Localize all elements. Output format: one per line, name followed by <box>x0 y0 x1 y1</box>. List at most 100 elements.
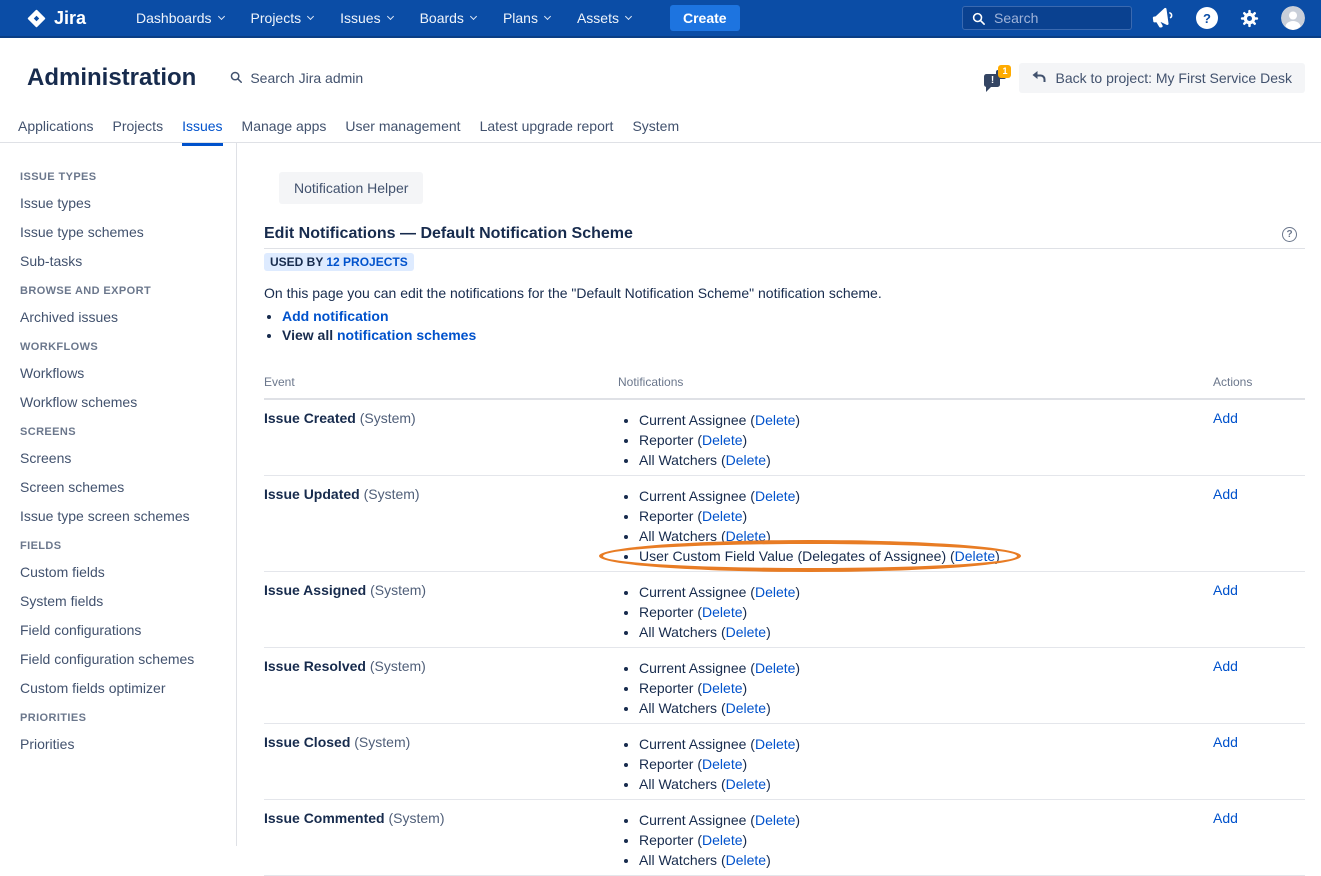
feedback-megaphone-icon[interactable] <box>1151 5 1178 31</box>
tab-projects[interactable]: Projects <box>113 118 164 142</box>
add-link[interactable]: Add <box>1213 810 1238 826</box>
notifications-column-header: Notifications <box>618 369 1213 399</box>
add-link[interactable]: Add <box>1213 734 1238 750</box>
sidebar-item-field-configuration-schemes[interactable]: Field configuration schemes <box>20 651 236 667</box>
sidebar-item-system-fields[interactable]: System fields <box>20 593 236 609</box>
notifications-content: Edit Notifications — Default Notificatio… <box>264 225 1305 876</box>
delete-link[interactable]: Delete <box>755 412 795 428</box>
nav-menu-projects[interactable]: Projects <box>251 10 314 26</box>
nav-menu-issues[interactable]: Issues <box>340 10 392 26</box>
event-system-suffix: (System) <box>360 486 420 502</box>
sidebar-item-custom-fields[interactable]: Custom fields <box>20 564 236 580</box>
event-system-suffix: (System) <box>350 734 410 750</box>
delete-link[interactable]: Delete <box>702 680 742 696</box>
event-system-suffix: (System) <box>366 658 426 674</box>
sidebar-item-archived-issues[interactable]: Archived issues <box>20 309 236 325</box>
sidebar-section-fields: FIELDSCustom fieldsSystem fieldsField co… <box>20 540 236 696</box>
admin-notifications-icon[interactable]: 1 <box>983 65 1011 91</box>
sidebar-item-field-configurations[interactable]: Field configurations <box>20 622 236 638</box>
chevron-down-icon <box>387 13 394 20</box>
event-system-suffix: (System) <box>366 582 426 598</box>
create-button[interactable]: Create <box>670 5 740 31</box>
notifications-list: Current Assignee (Delete)Reporter (Delet… <box>618 810 1213 870</box>
page-heading-row: Edit Notifications — Default Notificatio… <box>264 225 1305 249</box>
delete-link[interactable]: Delete <box>726 776 766 792</box>
sidebar-item-issue-types[interactable]: Issue types <box>20 195 236 211</box>
sidebar-section-workflows: WORKFLOWSWorkflowsWorkflow schemes <box>20 341 236 410</box>
sidebar-item-workflows[interactable]: Workflows <box>20 365 236 381</box>
notification-item: Current Assignee (Delete) <box>639 410 1213 430</box>
sidebar-section-title: ISSUE TYPES <box>20 171 236 183</box>
navbar-right: Search <box>962 6 1305 30</box>
tab-user-management[interactable]: User management <box>345 118 460 142</box>
tab-applications[interactable]: Applications <box>18 118 94 142</box>
notification-helper-button[interactable]: Notification Helper <box>279 172 423 204</box>
sidebar-item-issue-type-screen-schemes[interactable]: Issue type screen schemes <box>20 508 236 524</box>
delete-link[interactable]: Delete <box>702 756 742 772</box>
jira-logo-icon <box>26 8 47 29</box>
jira-logo[interactable]: Jira <box>26 8 86 29</box>
add-link[interactable]: Add <box>1213 582 1238 598</box>
nav-menu: Dashboards Projects Issues Boards Plans Asset… <box>136 10 658 26</box>
add-link[interactable]: Add <box>1213 658 1238 674</box>
avatar[interactable] <box>1281 6 1305 30</box>
notification-item: Reporter (Delete) <box>639 754 1213 774</box>
delete-link[interactable]: Delete <box>702 432 742 448</box>
help-circle-icon[interactable] <box>1282 227 1297 242</box>
delete-link[interactable]: Delete <box>755 736 795 752</box>
add-notification-link[interactable]: Add notification <box>282 308 389 324</box>
delete-link[interactable]: Delete <box>755 488 795 504</box>
notification-text: Current Assignee (Delete) <box>639 810 800 830</box>
sidebar-item-sub-tasks[interactable]: Sub-tasks <box>20 253 236 269</box>
delete-link[interactable]: Delete <box>755 660 795 676</box>
sidebar-item-workflow-schemes[interactable]: Workflow schemes <box>20 394 236 410</box>
tab-issues[interactable]: Issues <box>182 118 222 142</box>
notification-item: All Watchers (Delete) <box>639 526 1213 546</box>
event-cell: Issue Updated (System) <box>264 476 618 572</box>
jira-logo-text: Jira <box>54 8 86 29</box>
used-by-projects-link[interactable]: 12 PROJECTS <box>326 255 407 269</box>
nav-menu-plans[interactable]: Plans <box>503 10 550 26</box>
sidebar-item-issue-type-schemes[interactable]: Issue type schemes <box>20 224 236 240</box>
nav-menu-label: Projects <box>251 10 302 26</box>
add-link[interactable]: Add <box>1213 486 1238 502</box>
admin-search-input[interactable]: Search Jira admin <box>229 70 363 87</box>
notification-text: Current Assignee (Delete) <box>639 582 800 602</box>
notification-item: Current Assignee (Delete) <box>639 486 1213 506</box>
tab-latest-upgrade-report[interactable]: Latest upgrade report <box>480 118 614 142</box>
tab-manage-apps[interactable]: Manage apps <box>242 118 327 142</box>
sidebar-item-screen-schemes[interactable]: Screen schemes <box>20 479 236 495</box>
delete-link[interactable]: Delete <box>726 852 766 868</box>
delete-link[interactable]: Delete <box>702 508 742 524</box>
sidebar-item-screens[interactable]: Screens <box>20 450 236 466</box>
event-name: Issue Closed <box>264 734 350 750</box>
gear-icon[interactable] <box>1238 7 1261 30</box>
add-link[interactable]: Add <box>1213 410 1238 426</box>
nav-menu-boards[interactable]: Boards <box>420 10 476 26</box>
delete-link[interactable]: Delete <box>726 452 766 468</box>
delete-link[interactable]: Delete <box>726 528 766 544</box>
tab-system[interactable]: System <box>632 118 679 142</box>
delete-link[interactable]: Delete <box>726 700 766 716</box>
nav-menu-label: Assets <box>577 10 619 26</box>
event-column-header: Event <box>264 369 618 399</box>
delete-link[interactable]: Delete <box>955 548 995 564</box>
delete-link[interactable]: Delete <box>755 812 795 828</box>
chevron-down-icon <box>217 13 224 20</box>
notification-schemes-link[interactable]: notification schemes <box>337 327 476 343</box>
back-to-project-button[interactable]: Back to project: My First Service Desk <box>1019 63 1305 93</box>
help-icon[interactable] <box>1196 7 1218 29</box>
sidebar-section-screens: SCREENSScreensScreen schemesIssue type s… <box>20 426 236 524</box>
list-item: Add notification <box>282 307 1305 326</box>
nav-menu-dashboards[interactable]: Dashboards <box>136 10 224 26</box>
delete-link[interactable]: Delete <box>755 584 795 600</box>
chevron-down-icon <box>625 13 632 20</box>
sidebar-item-custom-fields-optimizer[interactable]: Custom fields optimizer <box>20 680 236 696</box>
delete-link[interactable]: Delete <box>702 604 742 620</box>
delete-link[interactable]: Delete <box>726 624 766 640</box>
sidebar-item-priorities[interactable]: Priorities <box>20 736 236 752</box>
search-input[interactable]: Search <box>962 6 1132 30</box>
notifications-list: Current Assignee (Delete)Reporter (Delet… <box>618 486 1213 566</box>
event-cell: Issue Closed (System) <box>264 724 618 800</box>
nav-menu-assets[interactable]: Assets <box>577 10 631 26</box>
